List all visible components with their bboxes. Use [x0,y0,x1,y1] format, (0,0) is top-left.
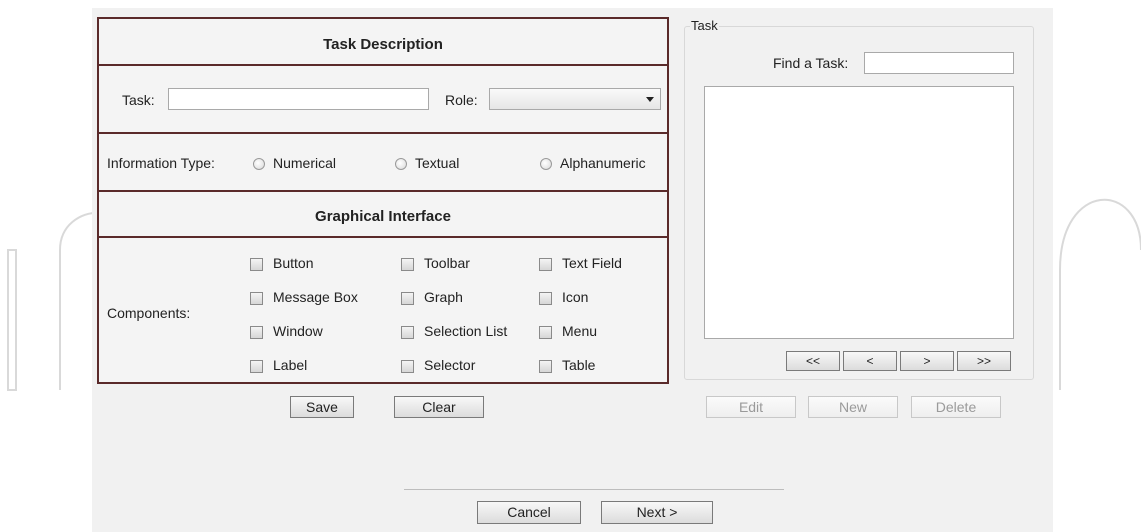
checkbox-icon-option[interactable]: Icon [539,289,588,305]
section-title: Graphical Interface [315,208,451,225]
checkbox-selector[interactable]: Selector [401,357,475,373]
checkbox-icon [250,257,263,271]
radio-numerical[interactable]: Numerical [253,155,336,171]
next-page-button[interactable]: > [900,351,954,371]
radio-textual[interactable]: Textual [395,155,459,171]
checkbox-icon [250,359,263,373]
radio-alphanumeric[interactable]: Alphanumeric [540,155,646,171]
checkbox-message-box[interactable]: Message Box [250,289,358,305]
task-label: Task: [122,92,155,108]
first-page-button[interactable]: << [786,351,840,371]
checkbox-label[interactable]: Label [250,357,307,373]
components-label: Components: [107,305,191,321]
task-group-legend: Task [690,18,719,33]
task-form: Task Description Task: Role: Information… [97,17,669,384]
section-title: Task Description [323,36,443,53]
find-task-label: Find a Task: [773,55,849,71]
information-type-row: Information Type: Numerical Textual Alph… [99,134,667,192]
checkbox-menu[interactable]: Menu [539,323,597,339]
checkbox-icon [539,359,552,373]
information-type-label: Information Type: [107,155,215,171]
role-select[interactable] [489,88,661,110]
edit-button[interactable]: Edit [706,396,796,418]
radio-icon [395,158,407,171]
previous-page-button[interactable]: < [843,351,897,371]
components-row: Components: Button Toolbar Text Field Me… [99,238,667,384]
clear-button[interactable]: Clear [394,396,484,418]
chevron-down-icon [646,97,654,102]
new-button[interactable]: New [808,396,898,418]
task-input[interactable] [168,88,429,110]
save-button[interactable]: Save [290,396,354,418]
checkbox-icon [401,359,414,373]
cancel-button[interactable]: Cancel [477,501,581,524]
checkbox-text-field[interactable]: Text Field [539,255,622,271]
checkbox-icon [539,291,552,305]
footer-divider [404,489,784,490]
radio-icon [540,158,552,171]
checkbox-icon [250,325,263,339]
delete-button[interactable]: Delete [911,396,1001,418]
graphical-interface-header: Graphical Interface [99,192,667,238]
checkbox-window[interactable]: Window [250,323,323,339]
checkbox-toolbar[interactable]: Toolbar [401,255,470,271]
task-description-header: Task Description [99,19,667,66]
checkbox-icon [539,325,552,339]
role-label: Role: [445,92,478,108]
checkbox-icon [401,257,414,271]
checkbox-selection-list[interactable]: Selection List [401,323,507,339]
last-page-button[interactable]: >> [957,351,1011,371]
task-role-row: Task: Role: [99,66,667,134]
checkbox-graph[interactable]: Graph [401,289,463,305]
find-task-input[interactable] [864,52,1014,74]
checkbox-icon [401,291,414,305]
radio-icon [253,158,265,171]
checkbox-icon [250,291,263,305]
checkbox-table[interactable]: Table [539,357,595,373]
checkbox-icon [401,325,414,339]
next-button[interactable]: Next > [601,501,713,524]
checkbox-button[interactable]: Button [250,255,313,271]
checkbox-icon [539,257,552,271]
task-list[interactable] [704,86,1014,339]
